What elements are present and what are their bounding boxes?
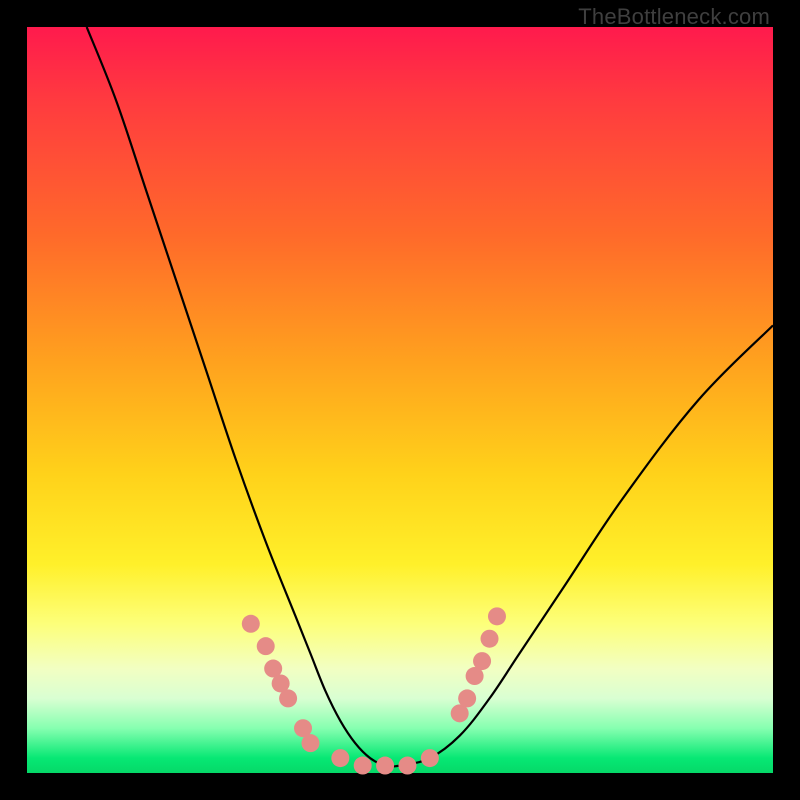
bottom-dots-dot — [354, 757, 372, 775]
left-dots-dot — [257, 637, 275, 655]
right-dots-dot — [473, 652, 491, 670]
right-dots-dot — [458, 689, 476, 707]
chart-frame: TheBottleneck.com — [0, 0, 800, 800]
plot-area — [27, 27, 773, 773]
bottom-dots-dot — [398, 757, 416, 775]
left-dots-dot — [242, 615, 260, 633]
left-dots-dot — [301, 734, 319, 752]
bottleneck-curve — [87, 27, 773, 767]
watermark-text: TheBottleneck.com — [578, 4, 770, 30]
bottom-dots-dot — [421, 749, 439, 767]
right-dots-dot — [481, 630, 499, 648]
chart-svg — [27, 27, 773, 773]
left-dots-dot — [279, 689, 297, 707]
bottom-dots-dot — [331, 749, 349, 767]
right-dots-dot — [488, 607, 506, 625]
marker-layer — [242, 607, 506, 774]
bottom-dots-dot — [376, 757, 394, 775]
